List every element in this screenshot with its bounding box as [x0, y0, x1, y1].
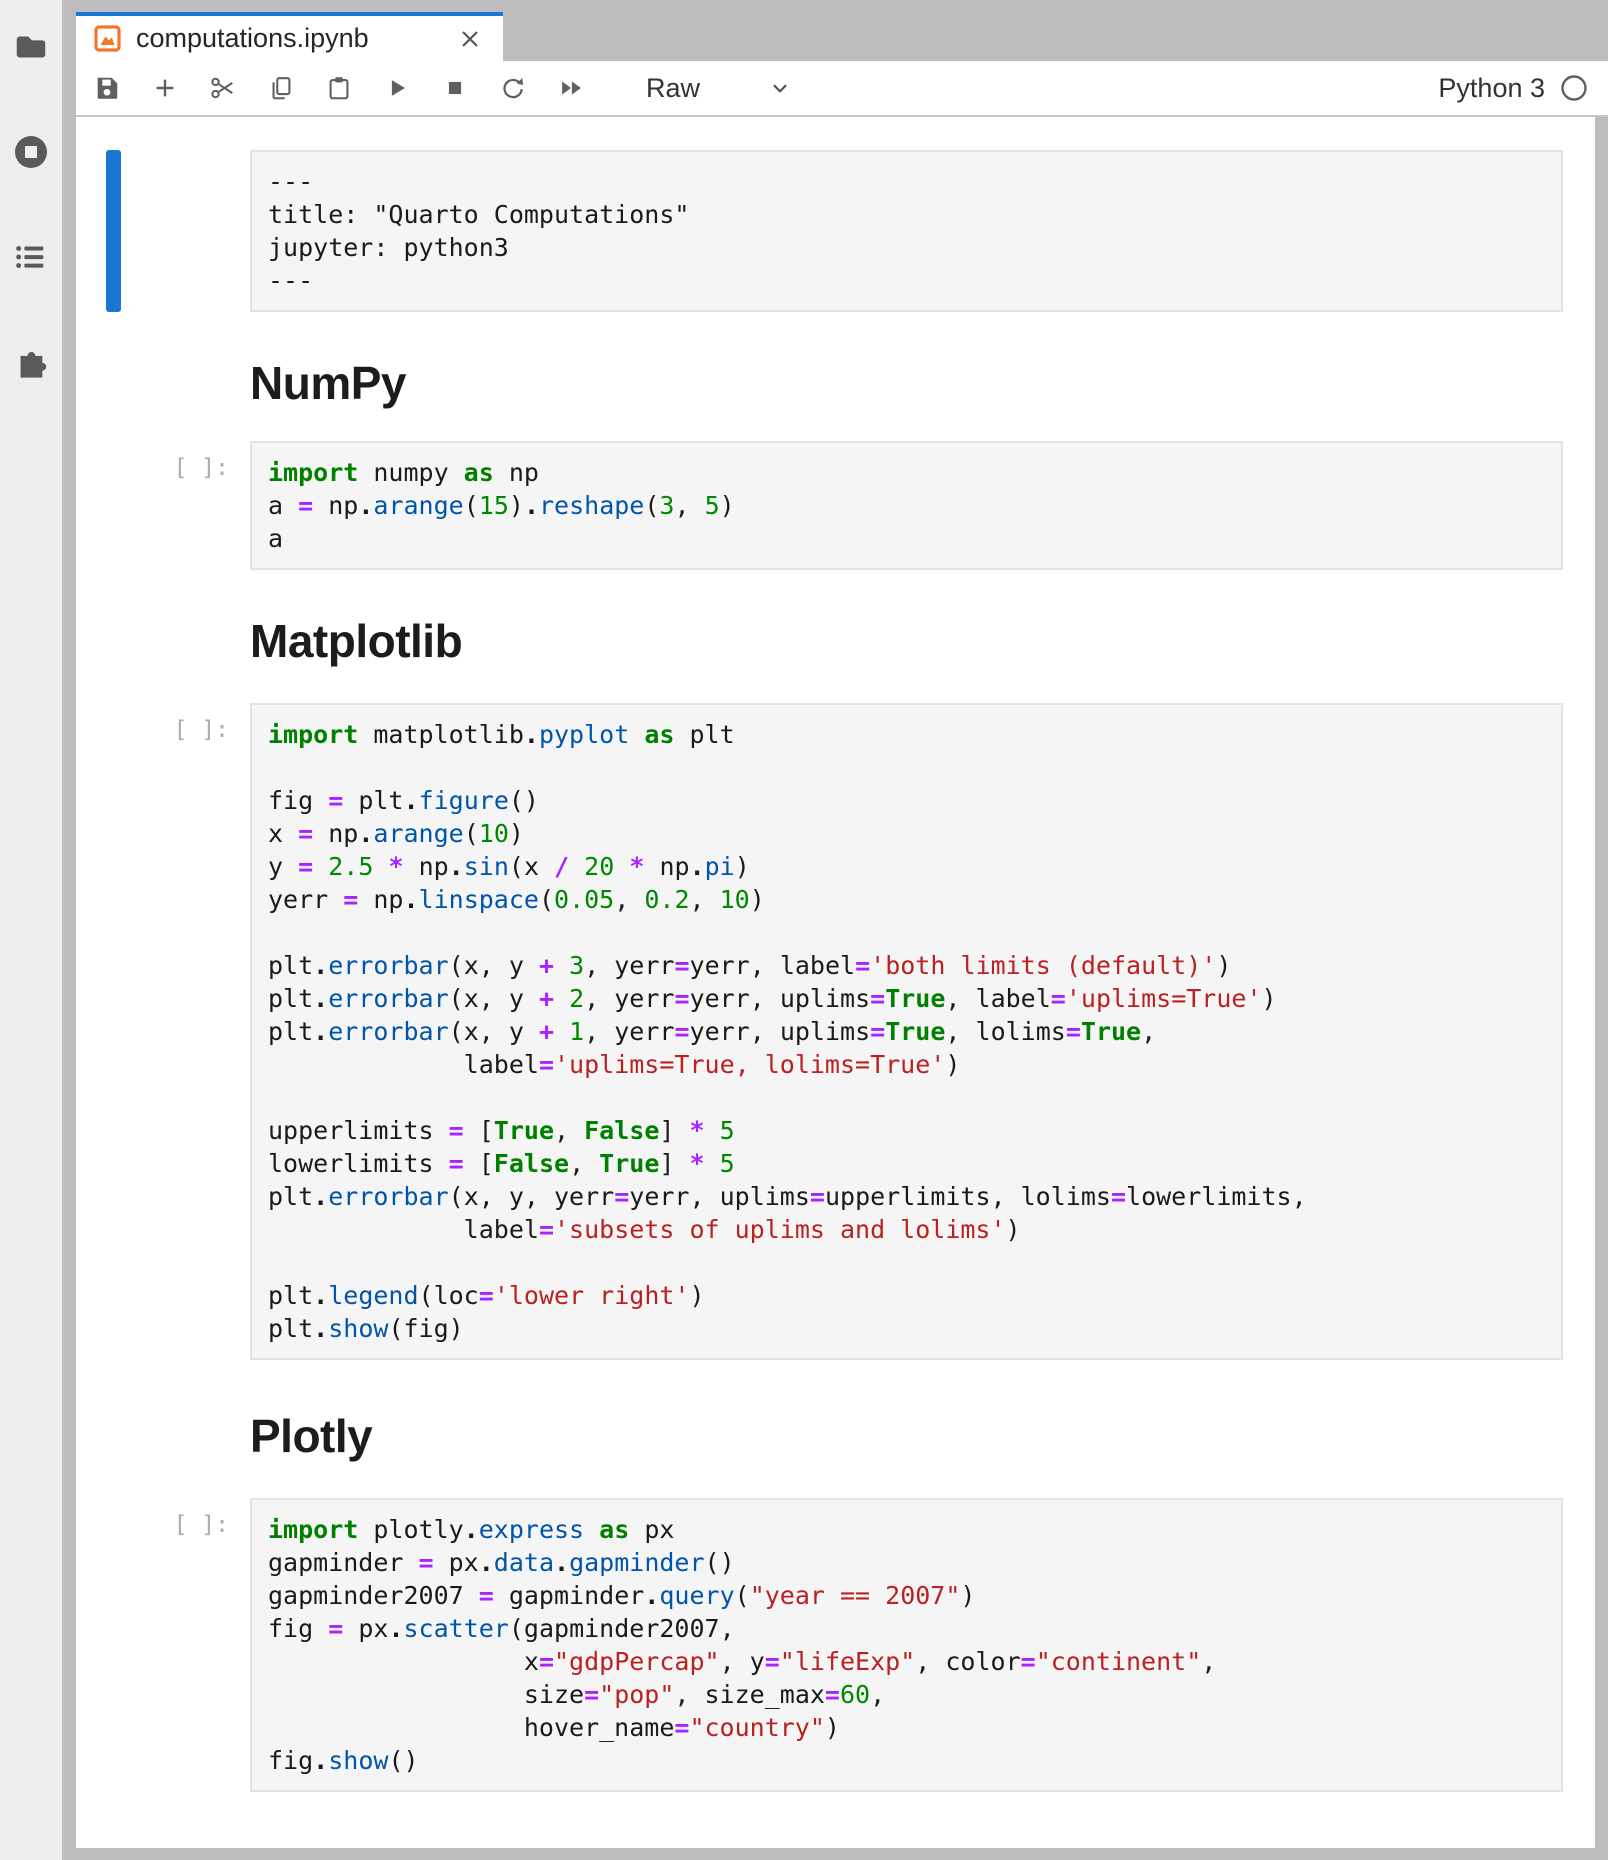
- puzzle-icon: [11, 342, 51, 387]
- clipboard-icon: [325, 74, 353, 102]
- cell-type-dropdown[interactable]: Raw: [646, 73, 794, 104]
- copy-cells-button[interactable]: [266, 73, 296, 103]
- save-button[interactable]: [92, 73, 122, 103]
- list-icon: [12, 238, 50, 281]
- add-cell-button[interactable]: [150, 73, 180, 103]
- plus-icon: [151, 74, 179, 102]
- cell-prompt: [76, 150, 250, 312]
- active-cell-indicator[interactable]: [106, 150, 121, 312]
- chevron-down-icon: [766, 74, 794, 102]
- play-icon: [383, 74, 411, 102]
- sidebar-item-running-kernels[interactable]: [11, 134, 51, 174]
- section-heading-numpy: NumPy: [250, 355, 1608, 411]
- markdown-cell-plotly[interactable]: Plotly: [76, 1408, 1608, 1464]
- cell-prompt: [ ]:: [76, 1498, 250, 1792]
- raw-cell-editor[interactable]: --- title: "Quarto Computations" jupyter…: [250, 150, 1563, 312]
- section-heading-matplotlib: Matplotlib: [250, 613, 1608, 669]
- code-cell-editor[interactable]: import numpy as np a = np.arange(15).res…: [250, 441, 1563, 570]
- code-cell-text: import numpy as np a = np.arange(15).res…: [268, 456, 1545, 555]
- tab-computations-ipynb[interactable]: computations.ipynb: [76, 12, 503, 61]
- cell-prompt: [ ]:: [76, 703, 250, 1360]
- code-cell-text: import plotly.express as px gapminder = …: [268, 1513, 1545, 1777]
- stop-circle-icon: [11, 132, 51, 177]
- raw-cell-frontmatter: --- title: "Quarto Computations" jupyter…: [76, 150, 1608, 312]
- interrupt-kernel-button[interactable]: [440, 73, 470, 103]
- left-sidebar: [0, 0, 62, 1860]
- markdown-cell-numpy[interactable]: NumPy: [76, 355, 1608, 411]
- refresh-icon: [499, 74, 527, 102]
- sidebar-divider: [62, 0, 76, 1860]
- code-cell-editor[interactable]: import plotly.express as px gapminder = …: [250, 1498, 1563, 1792]
- code-cell-numpy: [ ]: import numpy as np a = np.arange(15…: [76, 441, 1608, 570]
- bottom-status-strip: [76, 1848, 1608, 1860]
- code-cell-text: import matplotlib.pyplot as plt fig = pl…: [268, 718, 1545, 1345]
- close-icon[interactable]: [457, 26, 483, 52]
- folder-icon: [12, 28, 50, 71]
- paste-cells-button[interactable]: [324, 73, 354, 103]
- tab-title: computations.ipynb: [136, 23, 457, 54]
- markdown-cell-matplotlib[interactable]: Matplotlib: [76, 613, 1608, 669]
- sidebar-item-extension-manager[interactable]: [11, 344, 51, 384]
- notebook-toolbar: Raw Python 3: [76, 61, 1608, 117]
- code-cell-editor[interactable]: import matplotlib.pyplot as plt fig = pl…: [250, 703, 1563, 1360]
- main-area: computations.ipynb: [76, 0, 1608, 1860]
- restart-kernel-button[interactable]: [498, 73, 528, 103]
- restart-run-all-button[interactable]: [556, 73, 586, 103]
- stop-icon: [441, 74, 469, 102]
- cut-cells-button[interactable]: [208, 73, 238, 103]
- notebook-content: --- title: "Quarto Computations" jupyter…: [76, 117, 1608, 1848]
- tab-bar: computations.ipynb: [76, 0, 1608, 61]
- notebook-icon: [94, 25, 121, 52]
- save-icon: [93, 74, 121, 102]
- cell-type-value: Raw: [646, 73, 700, 104]
- section-heading-plotly: Plotly: [250, 1408, 1608, 1464]
- jupyterlab-window: computations.ipynb: [0, 0, 1608, 1860]
- code-cell-plotly: [ ]: import plotly.express as px gapmind…: [76, 1498, 1608, 1792]
- kernel-switcher[interactable]: Python 3: [1438, 73, 1588, 104]
- sidebar-item-table-of-contents[interactable]: [11, 239, 51, 279]
- kernel-name: Python 3: [1438, 73, 1545, 104]
- fast-forward-icon: [557, 74, 585, 102]
- copy-icon: [267, 74, 295, 102]
- right-scrollbar-track: [1595, 117, 1608, 1848]
- cell-prompt: [ ]:: [76, 441, 250, 570]
- code-cell-matplotlib: [ ]: import matplotlib.pyplot as plt fig…: [76, 703, 1608, 1360]
- raw-cell-text: --- title: "Quarto Computations" jupyter…: [268, 165, 1545, 297]
- sidebar-item-file-browser[interactable]: [11, 29, 51, 69]
- kernel-status-icon: [1560, 74, 1588, 102]
- scissors-icon: [209, 74, 237, 102]
- run-cell-button[interactable]: [382, 73, 412, 103]
